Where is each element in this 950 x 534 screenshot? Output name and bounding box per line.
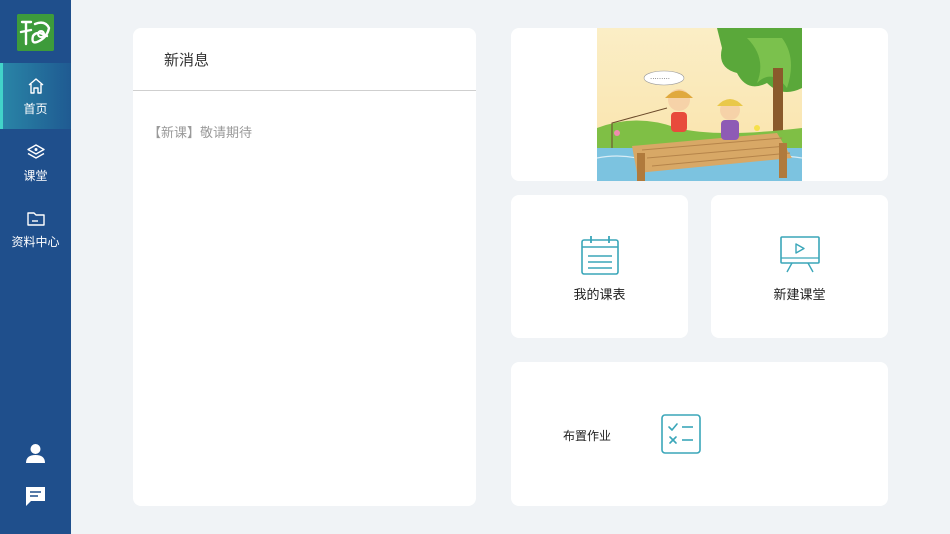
svg-text:·········: ········· xyxy=(650,75,670,83)
news-panel: 新消息 【新课】敬请期待 xyxy=(133,28,476,506)
new-class-tile[interactable]: 新建课堂 xyxy=(711,195,888,338)
sidebar-item-classroom[interactable]: 课堂 xyxy=(0,130,71,196)
divider xyxy=(133,90,476,91)
calendar-icon xyxy=(581,235,619,275)
sidebar: 首页 课堂 资料中心 xyxy=(0,0,71,534)
checklist-icon xyxy=(661,414,701,454)
sidebar-item-home[interactable]: 首页 xyxy=(0,63,71,129)
logo-icon xyxy=(17,14,54,51)
news-item[interactable]: 【新课】敬请期待 xyxy=(148,122,252,141)
sidebar-item-label: 首页 xyxy=(23,101,48,116)
banner-image[interactable]: ········· xyxy=(597,28,802,181)
presentation-board-icon xyxy=(780,236,820,273)
banner-card: ········· xyxy=(511,28,888,181)
home-icon xyxy=(26,76,46,100)
new-class-label: 新建课堂 xyxy=(773,288,826,303)
folder-icon xyxy=(26,209,46,233)
message-icon[interactable] xyxy=(24,485,47,508)
sidebar-item-resources[interactable]: 资料中心 xyxy=(0,196,71,262)
schedule-label: 我的课表 xyxy=(573,288,626,303)
news-title: 新消息 xyxy=(164,51,210,69)
homework-label: 布置作业 xyxy=(563,429,612,443)
sidebar-item-label: 资料中心 xyxy=(11,234,60,249)
homework-tile[interactable]: 布置作业 xyxy=(511,362,888,506)
layers-icon xyxy=(26,143,46,167)
sidebar-item-label: 课堂 xyxy=(23,168,48,183)
user-icon[interactable] xyxy=(24,442,47,465)
schedule-tile[interactable]: 我的课表 xyxy=(511,195,688,338)
